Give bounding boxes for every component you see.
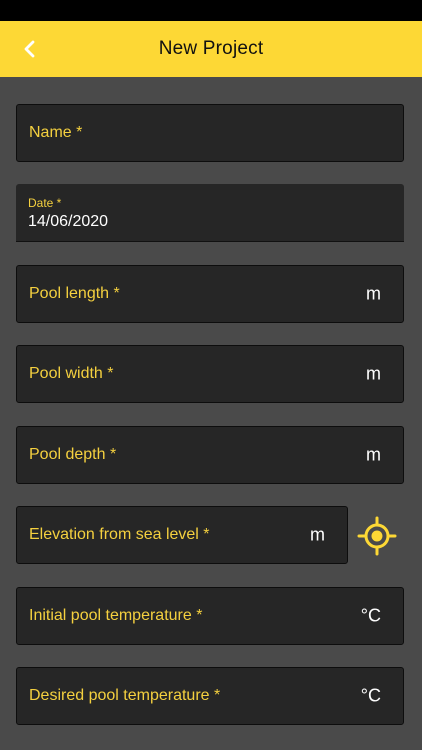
date-value: 14/06/2020 (28, 213, 109, 230)
desired-temperature-field[interactable]: Desired pool temperature * °C (16, 667, 404, 725)
initial-temperature-unit: °C (360, 605, 381, 626)
name-field[interactable]: Name * (16, 104, 404, 162)
pool-depth-label: Pool depth * (29, 446, 117, 463)
pool-width-unit: m (366, 363, 381, 384)
date-label: Date * (28, 196, 62, 210)
pool-width-label: Pool width * (29, 365, 114, 382)
page-title: New Project (158, 38, 264, 59)
app-header: New Project (0, 21, 422, 77)
pool-length-unit: m (366, 283, 381, 304)
pool-depth-field[interactable]: Pool depth * m (16, 426, 404, 484)
initial-temperature-field[interactable]: Initial pool temperature * °C (16, 587, 404, 645)
name-label: Name * (29, 124, 83, 141)
pool-length-field[interactable]: Pool length * m (16, 265, 404, 323)
elevation-label: Elevation from sea level * (29, 526, 210, 543)
locate-elevation-button[interactable] (356, 515, 398, 557)
elevation-field[interactable]: Elevation from sea level * m (16, 506, 348, 564)
chevron-left-icon (24, 40, 35, 58)
back-button[interactable] (12, 31, 48, 67)
crosshair-location-icon (357, 516, 397, 556)
pool-width-field[interactable]: Pool width * m (16, 345, 404, 403)
pool-length-label: Pool length * (29, 285, 120, 302)
elevation-unit: m (310, 524, 325, 545)
desired-temperature-unit: °C (360, 685, 381, 706)
initial-temperature-label: Initial pool temperature * (29, 607, 203, 624)
desired-temperature-label: Desired pool temperature * (29, 687, 221, 704)
pool-depth-unit: m (366, 444, 381, 465)
date-field[interactable]: Date * 14/06/2020 (16, 184, 404, 242)
status-bar (0, 0, 422, 21)
